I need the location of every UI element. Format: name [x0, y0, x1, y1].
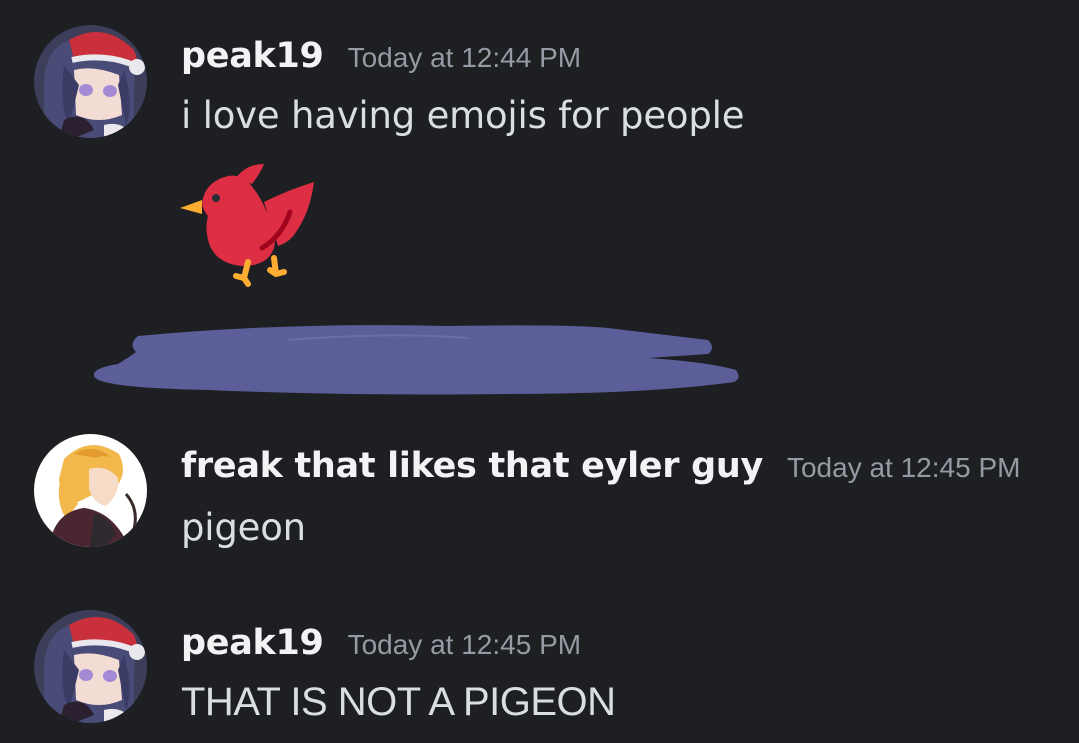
username[interactable]: freak that likes that eyler guy — [181, 446, 763, 486]
avatar-freak[interactable] — [34, 434, 147, 547]
message-1: peak19 Today at 12:44 PM i love having e… — [0, 0, 1079, 420]
timestamp[interactable]: Today at 12:45 PM — [348, 629, 581, 661]
red-bird-emoji-icon[interactable] — [178, 162, 318, 287]
message-text: pigeon — [181, 506, 306, 549]
username[interactable]: peak19 — [181, 623, 324, 663]
message-3: peak19 Today at 12:45 PM THAT IS NOT A P… — [0, 590, 1079, 743]
message-header: freak that likes that eyler guy Today at… — [181, 446, 1020, 486]
anime-avatar-icon — [34, 610, 147, 723]
username[interactable]: peak19 — [181, 36, 324, 76]
avatar-peak19[interactable] — [34, 25, 147, 138]
message-text: THAT IS NOT A PIGEON — [181, 680, 616, 724]
timestamp[interactable]: Today at 12:44 PM — [348, 42, 581, 74]
anime-avatar-icon — [34, 434, 147, 547]
avatar-peak19[interactable] — [34, 610, 147, 723]
message-header: peak19 Today at 12:44 PM — [181, 36, 581, 76]
timestamp[interactable]: Today at 12:45 PM — [787, 452, 1020, 484]
message-2: freak that likes that eyler guy Today at… — [0, 420, 1079, 590]
anime-avatar-icon — [34, 25, 147, 138]
message-header: peak19 Today at 12:45 PM — [181, 623, 581, 663]
redaction-scribble — [93, 325, 739, 395]
message-text: i love having emojis for people — [181, 94, 745, 137]
